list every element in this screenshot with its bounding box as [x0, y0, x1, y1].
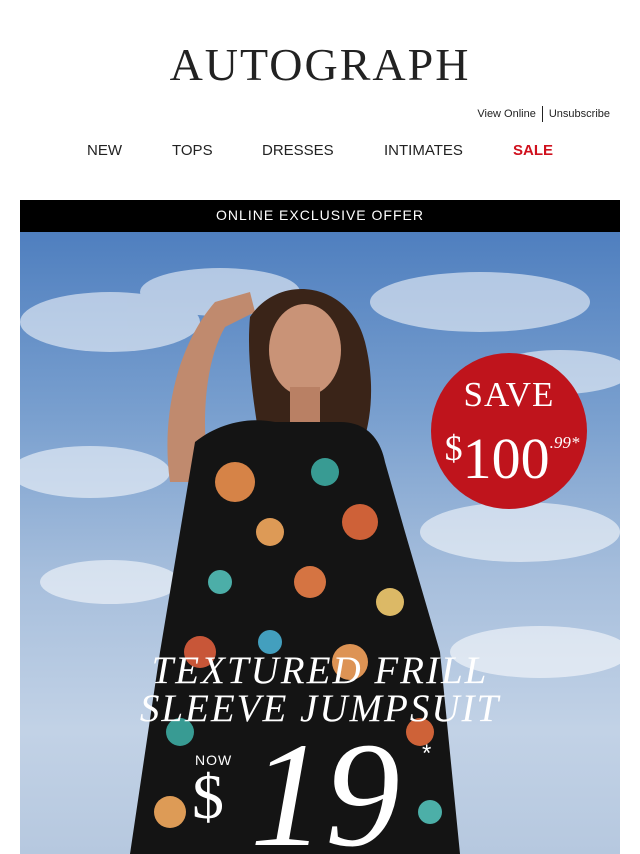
unsubscribe-link[interactable]: Unsubscribe — [549, 108, 610, 120]
save-badge: SAVE $100.99* — [431, 353, 587, 509]
offer-banner[interactable]: ONLINE EXCLUSIVE OFFER — [20, 200, 620, 232]
view-online-link[interactable]: View Online — [477, 108, 536, 120]
nav-item-tops[interactable]: TOPS — [172, 142, 213, 159]
badge-amount-value: 100 — [462, 426, 550, 491]
nav-item-sale[interactable]: SALE — [513, 142, 553, 159]
nav-item-intimates[interactable]: INTIMATES — [384, 142, 463, 159]
price-currency: $ — [192, 761, 224, 832]
price-value: 19 — [250, 712, 400, 854]
nav-item-dresses[interactable]: DRESSES — [262, 142, 334, 159]
utility-links: View Online Unsubscribe — [477, 106, 610, 122]
badge-amount: $100.99* — [437, 411, 587, 491]
nav-item-new[interactable]: NEW — [87, 142, 122, 159]
product-title-line-1: TEXTURED FRILL — [151, 649, 489, 692]
badge-save-label: SAVE — [463, 375, 555, 414]
utility-divider — [541, 106, 543, 122]
price-asterisk: * — [422, 740, 432, 767]
brand-logo[interactable]: AUTOGRAPH — [0, 38, 640, 91]
badge-currency: $ — [444, 428, 463, 468]
badge-cents: .99* — [549, 433, 580, 452]
hero-banner[interactable]: SAVE $100.99* TEXTURED FRILL SLEEVE JUMP… — [20, 232, 620, 854]
